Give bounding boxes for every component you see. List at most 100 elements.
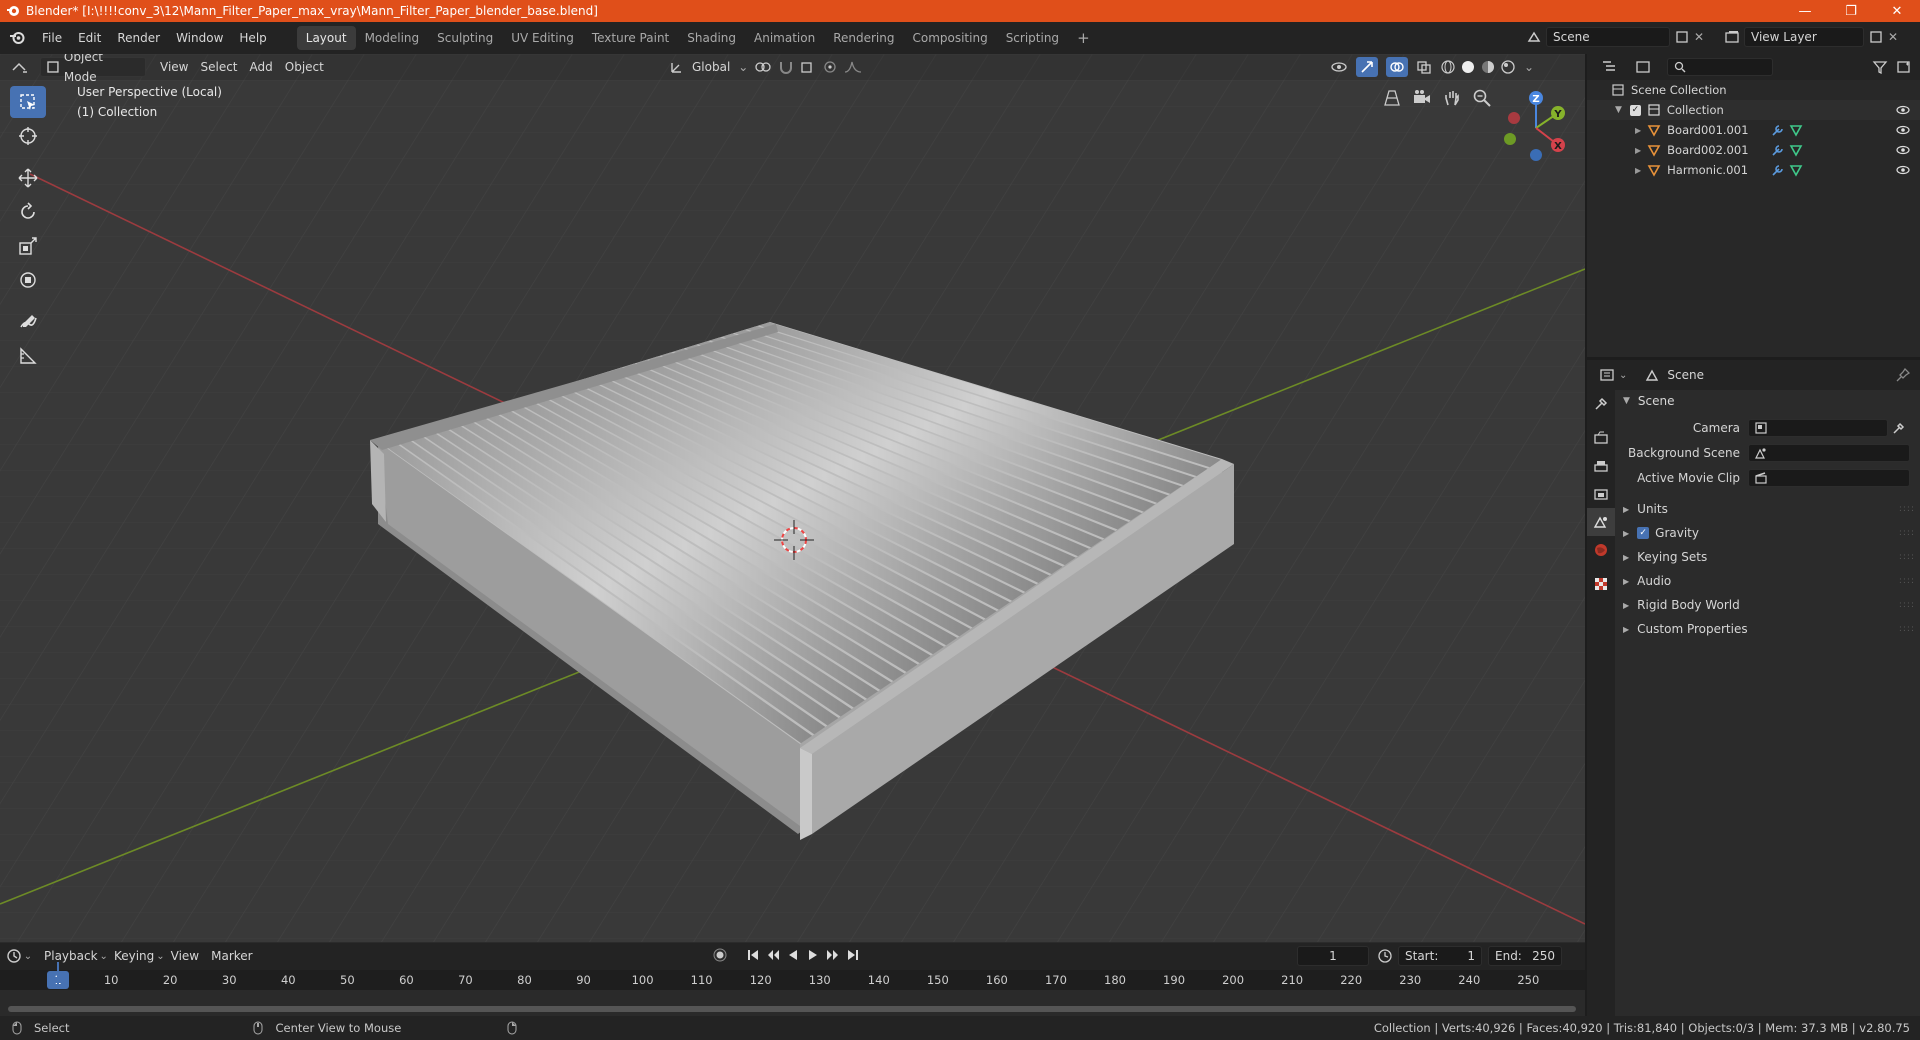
section-drag-handle-icon[interactable]: :::: (1899, 552, 1915, 562)
scene-selector[interactable]: Scene (1546, 27, 1670, 47)
filter-icon[interactable] (1872, 60, 1888, 74)
xray-icon[interactable] (1416, 60, 1432, 74)
background-scene-field[interactable] (1748, 444, 1910, 462)
material-shading-icon[interactable] (1480, 59, 1496, 75)
transform-tool[interactable] (10, 264, 46, 296)
properties-editor-type-icon[interactable] (1599, 368, 1617, 382)
outliner-row-collection[interactable]: ▼ ✓ Collection (1587, 100, 1920, 120)
new-view-layer-icon[interactable] (1868, 29, 1884, 45)
menu-playback[interactable]: Playback (38, 946, 104, 966)
rendered-shading-icon[interactable] (1500, 59, 1516, 75)
timeline-editor[interactable]: ⌄ Playback ⌄ Keying ⌄ View Marker 1 Star… (0, 942, 1585, 1017)
properties-section-header[interactable]: ▶ Rigid Body World:::: (1623, 594, 1915, 616)
view-layer-selector[interactable]: View Layer (1744, 27, 1864, 47)
menu-add[interactable]: Add (244, 57, 279, 77)
prev-keyframe-icon[interactable] (766, 948, 780, 962)
remove-scene-icon[interactable]: ✕ (1694, 30, 1704, 44)
tab-world[interactable] (1587, 536, 1615, 564)
play-reverse-icon[interactable] (786, 948, 800, 962)
orientation-dropdown[interactable]: Global (690, 57, 732, 77)
tab-scene[interactable] (1587, 508, 1615, 536)
annotate-tool[interactable] (10, 306, 46, 338)
minimize-button[interactable]: — (1782, 0, 1828, 22)
proportional-editing-icon[interactable] (822, 60, 838, 74)
object-visibility-icon[interactable] (1896, 164, 1910, 176)
section-drag-handle-icon[interactable]: :::: (1899, 504, 1915, 514)
modifier-wrench-icon[interactable] (1771, 123, 1785, 137)
tab-animation[interactable]: Animation (745, 26, 824, 50)
active-movie-clip-field[interactable] (1748, 469, 1910, 487)
menu-object[interactable]: Object (279, 57, 330, 77)
section-drag-handle-icon[interactable]: :::: (1899, 624, 1915, 634)
falloff-icon[interactable] (844, 60, 862, 74)
eyedropper-icon[interactable] (1892, 421, 1906, 435)
pan-view-icon[interactable] (1442, 88, 1462, 108)
scene-panel-header[interactable]: ▼ Scene (1623, 390, 1915, 412)
tab-uv-editing[interactable]: UV Editing (502, 26, 583, 50)
object-visibility-icon[interactable] (1896, 124, 1910, 136)
properties-section-header[interactable]: ▶ Audio:::: (1623, 570, 1915, 592)
menu-timeline-view[interactable]: View (165, 946, 205, 966)
pin-icon[interactable] (1896, 368, 1910, 382)
tab-shading[interactable]: Shading (678, 26, 745, 50)
tab-texture[interactable] (1587, 570, 1615, 598)
add-workspace-button[interactable]: + (1068, 26, 1099, 50)
properties-section-header[interactable]: ▶ Custom Properties:::: (1623, 618, 1915, 640)
new-scene-icon[interactable] (1674, 29, 1690, 45)
maximize-button[interactable]: ❐ (1828, 0, 1874, 22)
properties-section-header[interactable]: ▶ ✓ Gravity:::: (1623, 522, 1915, 544)
object-expand-icon[interactable]: ▶ (1635, 126, 1641, 135)
tab-scripting[interactable]: Scripting (997, 26, 1068, 50)
blender-menu-icon[interactable] (0, 30, 34, 46)
rotate-tool[interactable] (10, 196, 46, 228)
timeline-editor-type-icon[interactable]: ⌄ (0, 948, 38, 964)
object-visibility-icon[interactable] (1896, 144, 1910, 156)
modifier-wrench-icon[interactable] (1771, 163, 1785, 177)
collection-expand-icon[interactable]: ▼ (1615, 105, 1622, 115)
camera-view-icon[interactable] (1412, 88, 1432, 108)
menu-edit[interactable]: Edit (70, 27, 109, 49)
measure-tool[interactable] (10, 340, 46, 372)
move-tool[interactable] (10, 162, 46, 194)
tab-sculpting[interactable]: Sculpting (428, 26, 502, 50)
outliner-row-scene-collection[interactable]: Scene Collection (1587, 80, 1920, 100)
object-expand-icon[interactable]: ▶ (1635, 146, 1641, 155)
select-box-tool[interactable] (10, 86, 46, 118)
camera-field[interactable] (1748, 419, 1888, 437)
menu-select[interactable]: Select (194, 57, 243, 77)
new-collection-icon[interactable] (1896, 60, 1912, 74)
tab-view-layer[interactable] (1587, 480, 1615, 508)
tab-output[interactable] (1587, 452, 1615, 480)
mesh-data-icon[interactable] (1789, 143, 1803, 157)
play-icon[interactable] (806, 948, 820, 962)
scale-tool[interactable] (10, 230, 46, 262)
menu-render[interactable]: Render (109, 27, 168, 49)
object-expand-icon[interactable]: ▶ (1635, 166, 1641, 175)
editor-type-icon[interactable] (0, 60, 40, 74)
shading-options-chevron-icon[interactable]: ⌄ (1524, 60, 1534, 74)
navigation-gizmo[interactable]: Z Y X (1496, 88, 1576, 168)
tab-modeling[interactable]: Modeling (356, 26, 429, 50)
display-mode-icon[interactable] (1635, 60, 1653, 74)
gizmo-toggle[interactable] (1356, 57, 1378, 77)
tab-render[interactable] (1587, 424, 1615, 452)
outliner-search-input[interactable] (1667, 58, 1773, 76)
3d-viewport[interactable]: Object Mode View Select Add Object Globa… (0, 54, 1585, 942)
tab-rendering[interactable]: Rendering (824, 26, 903, 50)
outliner-row-object[interactable]: ▶ Board002.001 (1587, 140, 1920, 160)
modifier-wrench-icon[interactable] (1771, 143, 1785, 157)
snap-target-icon[interactable] (800, 60, 816, 74)
menu-marker[interactable]: Marker (205, 946, 258, 966)
collection-visibility-icon[interactable] (1896, 104, 1910, 116)
cursor-tool[interactable] (10, 120, 46, 152)
gravity-checkbox[interactable]: ✓ (1637, 527, 1650, 539)
properties-section-header[interactable]: ▶ Keying Sets:::: (1623, 546, 1915, 568)
section-drag-handle-icon[interactable]: :::: (1899, 600, 1915, 610)
menu-help[interactable]: Help (231, 27, 274, 49)
outliner-editor-type-icon[interactable] (1601, 60, 1619, 74)
overlays-toggle[interactable] (1386, 57, 1408, 77)
preview-range-icon[interactable] (1377, 948, 1393, 964)
menu-window[interactable]: Window (168, 27, 231, 49)
record-icon[interactable] (712, 947, 728, 963)
toggle-camera-view-icon[interactable] (1382, 88, 1402, 108)
